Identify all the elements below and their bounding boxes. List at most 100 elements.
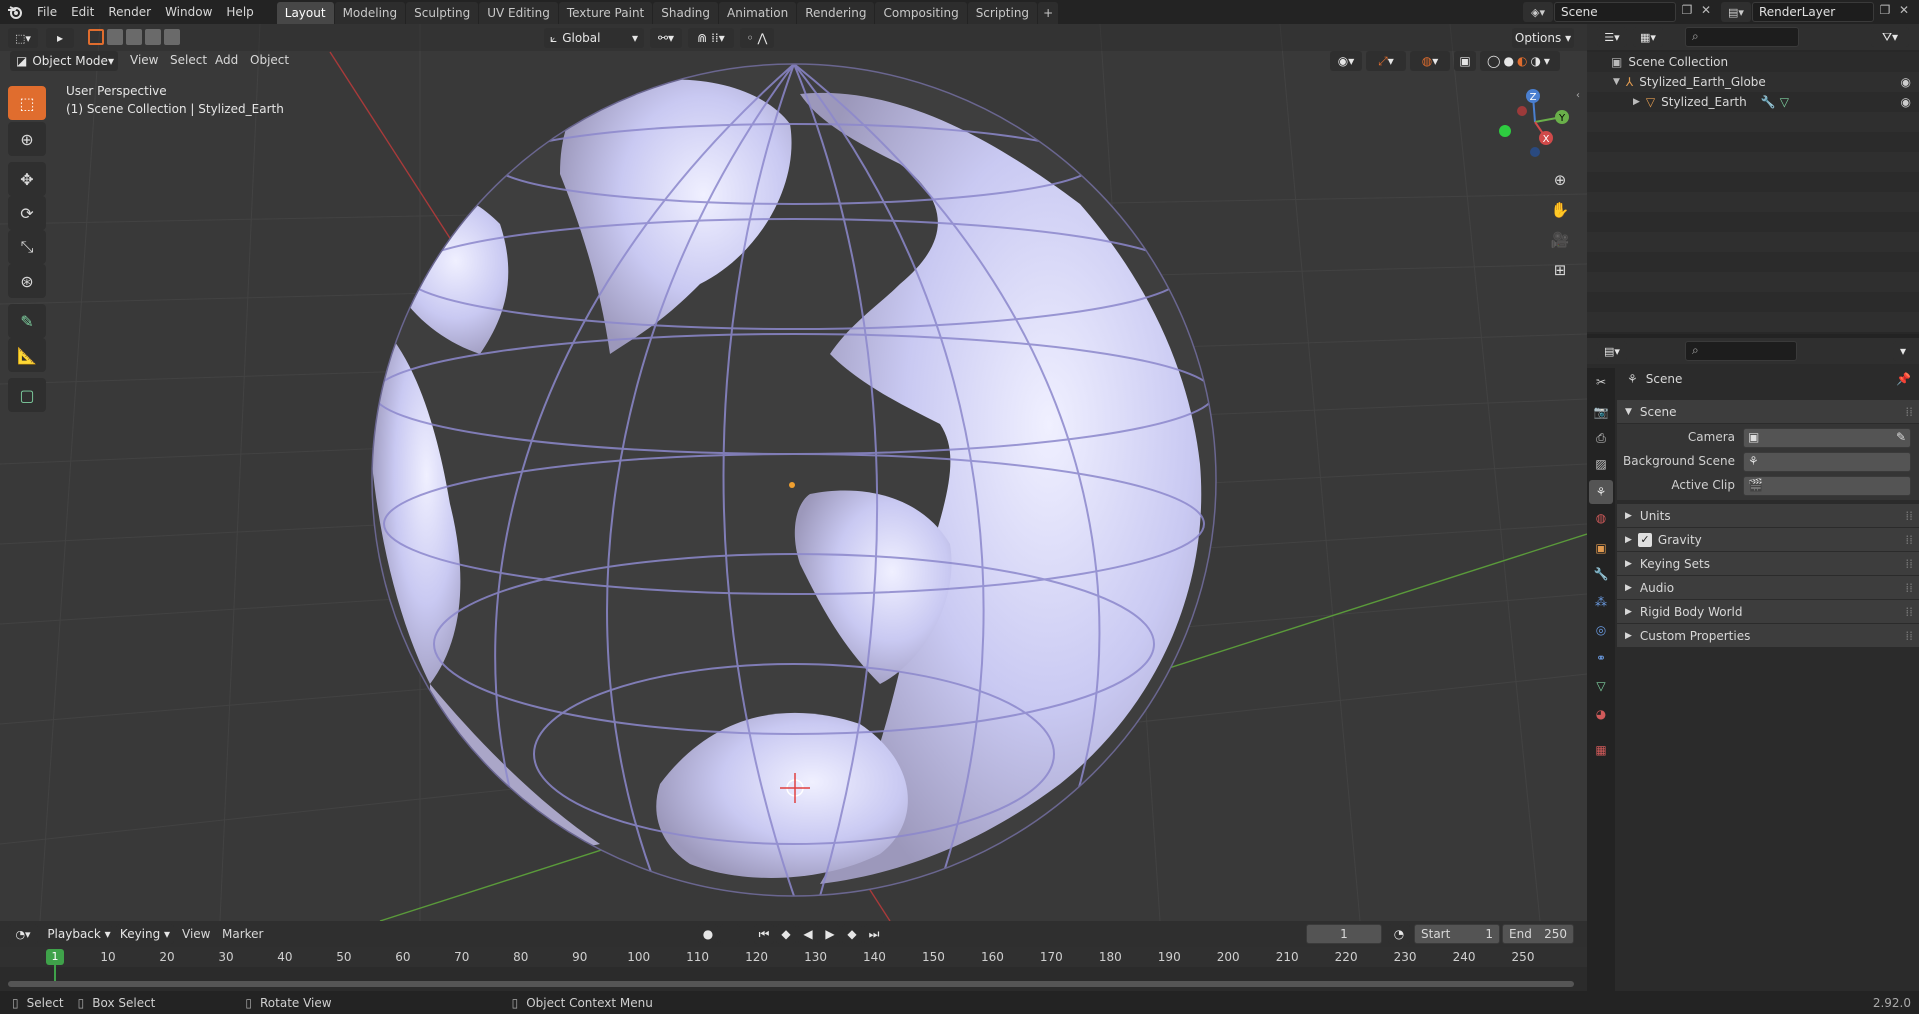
pin-icon[interactable]: 📌	[1896, 372, 1911, 386]
play-button[interactable]: ▶	[820, 924, 840, 944]
camera-field[interactable]: ▣ ✎	[1743, 428, 1911, 448]
pan-view-button[interactable]: ✋	[1547, 197, 1573, 223]
annotate-tool[interactable]: ✎	[8, 304, 46, 338]
select-invert-icon[interactable]	[145, 29, 161, 45]
jump-start-button[interactable]: ⏮	[754, 924, 774, 944]
measure-tool[interactable]: 📐	[8, 338, 46, 372]
transform-tool[interactable]: ⊛	[8, 264, 46, 298]
move-tool[interactable]: ✥	[8, 162, 46, 196]
tab-texture-paint[interactable]: Texture Paint	[558, 2, 653, 24]
tab-render[interactable]: 📷	[1589, 400, 1613, 424]
outliner-row-earth[interactable]: ▶ ▽ Stylized_Earth 🔧 ▽ ◉	[1587, 92, 1919, 112]
end-frame-field[interactable]: End 250	[1502, 924, 1574, 944]
tab-particles[interactable]: ⁂	[1589, 590, 1613, 614]
tab-tool[interactable]: ✂	[1589, 370, 1613, 394]
scene-browse-button[interactable]: ◈▾	[1523, 2, 1553, 22]
viewport-menu-object[interactable]: Object	[250, 53, 289, 67]
tab-compositing[interactable]: Compositing	[875, 2, 967, 24]
keying-dropdown[interactable]: Keying ▾	[116, 924, 174, 944]
menu-window[interactable]: Window	[158, 0, 219, 24]
properties-search-input[interactable]: ⌕	[1685, 341, 1797, 361]
zoom-view-button[interactable]: ⊕	[1547, 167, 1573, 193]
object-mode-dropdown[interactable]: ◪ Object Mode ▾	[10, 51, 118, 71]
next-keyframe-button[interactable]: ◆	[842, 924, 862, 944]
tab-layout[interactable]: Layout	[276, 2, 334, 24]
view-layer-browse-button[interactable]: ▤▾	[1721, 2, 1751, 22]
tab-data[interactable]: ▽	[1589, 674, 1613, 698]
transform-orientation-dropdown[interactable]: ⟀ Global ▾	[544, 28, 644, 48]
ortho-toggle-button[interactable]: ⊞	[1547, 257, 1573, 283]
gravity-checkbox[interactable]: ✓	[1637, 532, 1652, 547]
background-scene-field[interactable]: ⚘	[1743, 452, 1911, 472]
tab-scripting[interactable]: Scripting	[967, 2, 1038, 24]
expand-arrow-icon[interactable]: ▼	[1613, 77, 1620, 87]
xray-toggle[interactable]: ▣	[1454, 51, 1476, 71]
playback-dropdown[interactable]: Playback ▾	[46, 924, 112, 944]
menu-help[interactable]: Help	[219, 0, 260, 24]
tab-object[interactable]: ▣	[1589, 536, 1613, 560]
tab-modifiers[interactable]: 🔧	[1589, 562, 1613, 586]
pivot-point-button[interactable]: ⚯▾	[650, 28, 682, 48]
tab-constraints[interactable]: ⚭	[1589, 646, 1613, 670]
panel-custom-properties[interactable]: ▶ Custom Properties ⁞⁞	[1617, 624, 1919, 648]
tab-scene[interactable]: ⚘	[1589, 480, 1613, 504]
select-mode-button[interactable]: ▸	[46, 28, 74, 48]
select-extend-icon[interactable]	[107, 29, 123, 45]
menu-edit[interactable]: Edit	[64, 0, 101, 24]
drag-handle-icon[interactable]: ⁞⁞	[1905, 629, 1913, 643]
overlay-toggle[interactable]: ◍ ▾	[1410, 51, 1450, 71]
eyedropper-icon[interactable]: ✎	[1896, 430, 1906, 444]
menu-render[interactable]: Render	[101, 0, 158, 24]
tab-animation[interactable]: Animation	[719, 2, 797, 24]
select-intersect-icon[interactable]	[164, 29, 180, 45]
start-frame-field[interactable]: Start 1	[1414, 924, 1500, 944]
viewport-menu-select[interactable]: Select	[170, 53, 207, 67]
display-mode-button[interactable]: ▦▾	[1633, 27, 1663, 47]
timeline-menu-view[interactable]: View	[182, 927, 210, 941]
sidebar-toggle-icon[interactable]: ‹	[1576, 90, 1580, 101]
outliner-filter-button[interactable]: ⛛▾	[1871, 27, 1909, 47]
select-new-icon[interactable]	[88, 29, 104, 45]
timeline-editor-type-button[interactable]: ◔▾	[8, 924, 38, 944]
options-dropdown[interactable]: Options ▾	[1512, 28, 1574, 48]
play-reverse-button[interactable]: ◀	[798, 924, 818, 944]
visibility-toggle[interactable]: ◉▾	[1330, 51, 1362, 71]
copy-scene-icon[interactable]: ❐	[1678, 3, 1696, 21]
playhead-frame-badge[interactable]: 1	[46, 949, 64, 965]
add-workspace-button[interactable]: +	[1038, 2, 1059, 24]
tab-sculpting[interactable]: Sculpting	[406, 2, 479, 24]
panel-audio[interactable]: ▶ Audio ⁞⁞	[1617, 576, 1919, 600]
current-frame-field[interactable]: 1	[1306, 924, 1382, 944]
tab-physics[interactable]: ◎	[1589, 618, 1613, 642]
prev-keyframe-button[interactable]: ◆	[776, 924, 796, 944]
timeline-area[interactable]: 10 20 30 40 50 60 70 80 90 100 110 120 130 140 150 160 1…	[0, 947, 1587, 991]
drag-handle-icon[interactable]: ⁞⁞	[1905, 557, 1913, 571]
outliner-search-input[interactable]: ⌕	[1685, 27, 1799, 47]
timeline-scrollbar[interactable]	[8, 981, 1574, 987]
blender-logo-icon[interactable]	[0, 0, 30, 24]
cursor-tool[interactable]: ⊕	[8, 122, 46, 156]
panel-scene-header[interactable]: ▼ Scene ⁞⁞	[1617, 400, 1919, 424]
jump-end-button[interactable]: ⏭	[864, 924, 884, 944]
tab-modeling[interactable]: Modeling	[334, 2, 406, 24]
editor-type-button[interactable]: ⬚▾	[8, 28, 38, 48]
expand-arrow-icon[interactable]: ▶	[1633, 97, 1640, 107]
tab-rendering[interactable]: Rendering	[797, 2, 875, 24]
proportional-edit-button[interactable]: ◦ ⋀	[740, 28, 774, 48]
rotate-tool[interactable]: ⟳	[8, 196, 46, 230]
scale-tool[interactable]: ⤡	[8, 230, 46, 264]
drag-handle-icon[interactable]: ⁞⁞	[1905, 533, 1913, 547]
panel-units[interactable]: ▶ Units ⁞⁞	[1617, 504, 1919, 528]
auto-key-options-button[interactable]	[720, 924, 740, 944]
menu-file[interactable]: File	[30, 0, 64, 24]
panel-rigid-body-world[interactable]: ▶ Rigid Body World ⁞⁞	[1617, 600, 1919, 624]
viewport-menu-view[interactable]: View	[130, 53, 158, 67]
drag-handle-icon[interactable]: ⁞⁞	[1905, 509, 1913, 523]
tab-material[interactable]: ◕	[1589, 702, 1613, 726]
copy-view-layer-icon[interactable]: ❐	[1876, 3, 1894, 21]
outliner-editor-type-button[interactable]: ☰▾	[1597, 27, 1627, 47]
select-subtract-icon[interactable]	[126, 29, 142, 45]
viewport-menu-add[interactable]: Add	[215, 53, 238, 67]
drag-handle-icon[interactable]: ⁞⁞	[1905, 581, 1913, 595]
frame-ruler[interactable]: 10 20 30 40 50 60 70 80 90 100 110 120 130 140 150 160 1…	[0, 947, 1587, 967]
